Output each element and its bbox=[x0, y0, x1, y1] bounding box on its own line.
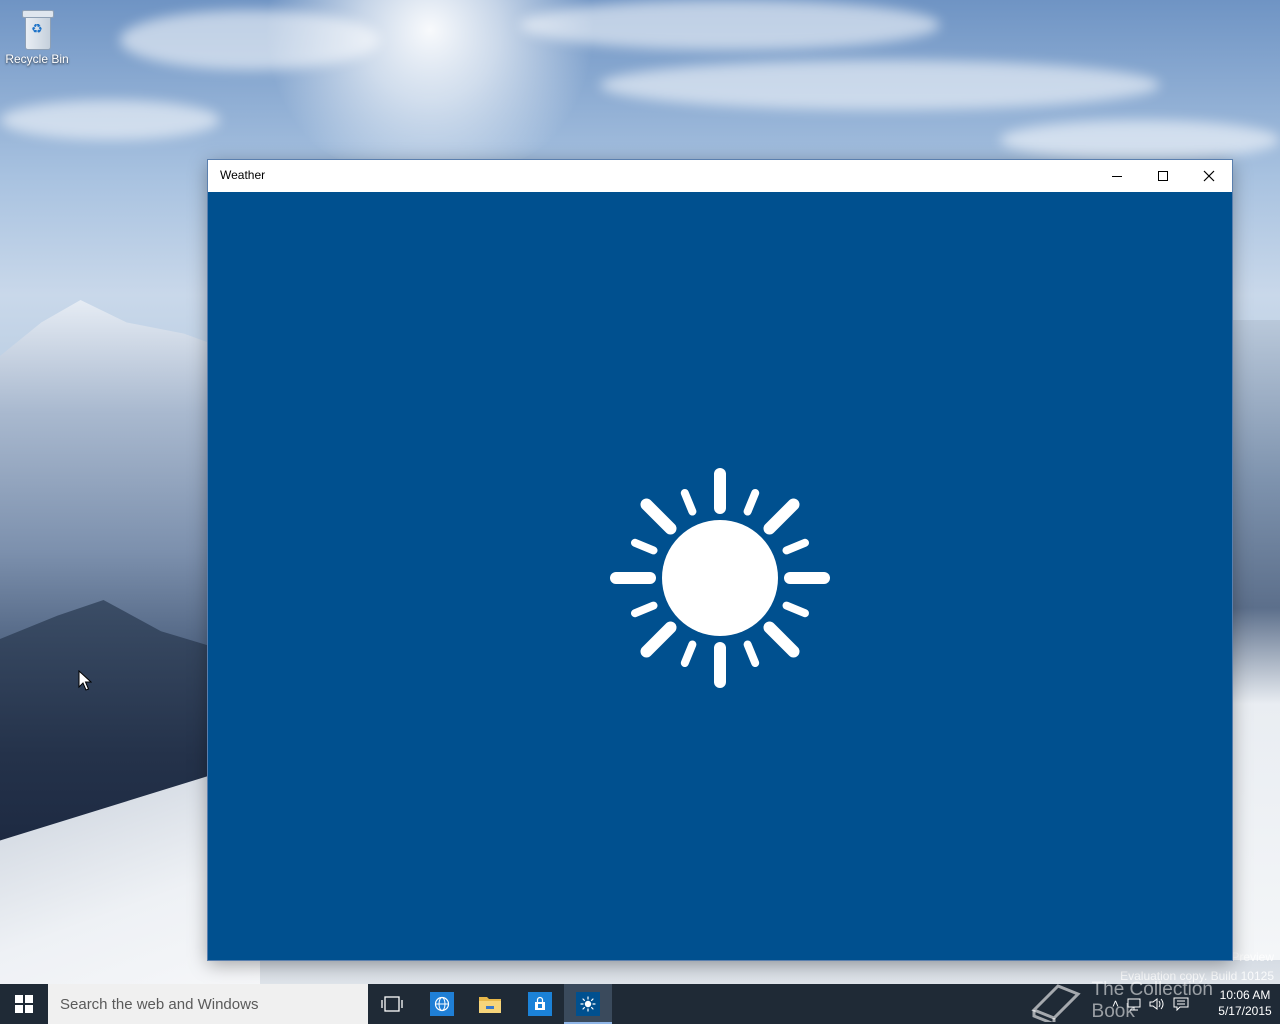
clock-time: 10:06 AM bbox=[1219, 988, 1271, 1002]
watermark-build: Evaluation copy. Build 10125 bbox=[1120, 969, 1274, 983]
cloud bbox=[600, 60, 1160, 110]
windows-logo-icon bbox=[15, 995, 33, 1013]
sun-ray bbox=[763, 621, 800, 658]
sun-ray bbox=[640, 498, 677, 535]
sun-ray bbox=[631, 538, 658, 555]
sun-ray bbox=[680, 489, 697, 516]
action-center-icon[interactable] bbox=[1173, 997, 1189, 1011]
sun-ray bbox=[743, 489, 760, 516]
start-button[interactable] bbox=[0, 984, 48, 1024]
sun-ray bbox=[631, 601, 658, 618]
desktop-icon-recycle-bin[interactable]: ♻ Recycle Bin bbox=[4, 8, 70, 66]
watermark-preview: Preview bbox=[1231, 950, 1274, 964]
system-tray: ˄ bbox=[1112, 984, 1189, 1024]
weather-app-window: Weather bbox=[208, 160, 1232, 960]
taskbar-app-store[interactable] bbox=[516, 984, 564, 1024]
taskbar-app-internet-explorer[interactable] bbox=[418, 984, 466, 1024]
splash-screen bbox=[208, 192, 1232, 960]
title-bar[interactable]: Weather bbox=[208, 160, 1232, 192]
close-icon bbox=[1203, 170, 1215, 182]
volume-icon[interactable] bbox=[1149, 997, 1165, 1011]
sun-ray bbox=[640, 621, 677, 658]
maximize-button[interactable] bbox=[1140, 160, 1186, 192]
clock-date: 5/17/2015 bbox=[1218, 1004, 1272, 1018]
sun-icon bbox=[610, 468, 830, 688]
taskbar: ˄ 10:06 AM 5/17/2015 bbox=[0, 984, 1280, 1024]
sun-ray bbox=[680, 640, 697, 667]
store-icon bbox=[528, 992, 552, 1016]
folder-icon bbox=[479, 997, 501, 1013]
sun-ray bbox=[763, 498, 800, 535]
taskbar-app-weather[interactable] bbox=[564, 984, 612, 1024]
cloud bbox=[520, 0, 940, 50]
show-hidden-icons-chevron-up-icon[interactable]: ˄ bbox=[1112, 997, 1119, 1011]
window-title: Weather bbox=[220, 168, 266, 182]
task-view-icon bbox=[381, 996, 403, 1012]
globe-icon bbox=[430, 992, 454, 1016]
recycle-bin-icon: ♻ bbox=[20, 8, 54, 50]
sun-ray bbox=[782, 601, 809, 618]
desktop-icon-label: Recycle Bin bbox=[5, 52, 69, 66]
mouse-cursor-icon bbox=[78, 670, 92, 691]
network-icon[interactable] bbox=[1127, 997, 1141, 1011]
clock[interactable]: 10:06 AM 5/17/2015 bbox=[1214, 987, 1276, 1019]
minimize-button[interactable] bbox=[1094, 160, 1140, 192]
mountain-range-right bbox=[1232, 320, 1280, 960]
cloud bbox=[1000, 120, 1280, 160]
close-button[interactable] bbox=[1186, 160, 1232, 192]
taskbar-app-file-explorer[interactable] bbox=[466, 984, 514, 1024]
sun-ray bbox=[782, 538, 809, 555]
maximize-icon bbox=[1158, 171, 1168, 181]
cloud bbox=[0, 100, 220, 140]
sun-icon bbox=[576, 992, 600, 1016]
sun-ray bbox=[743, 640, 760, 667]
task-view-button[interactable] bbox=[368, 984, 416, 1024]
search-input[interactable] bbox=[48, 984, 368, 1024]
cloud bbox=[120, 10, 380, 70]
minimize-icon bbox=[1112, 176, 1122, 177]
